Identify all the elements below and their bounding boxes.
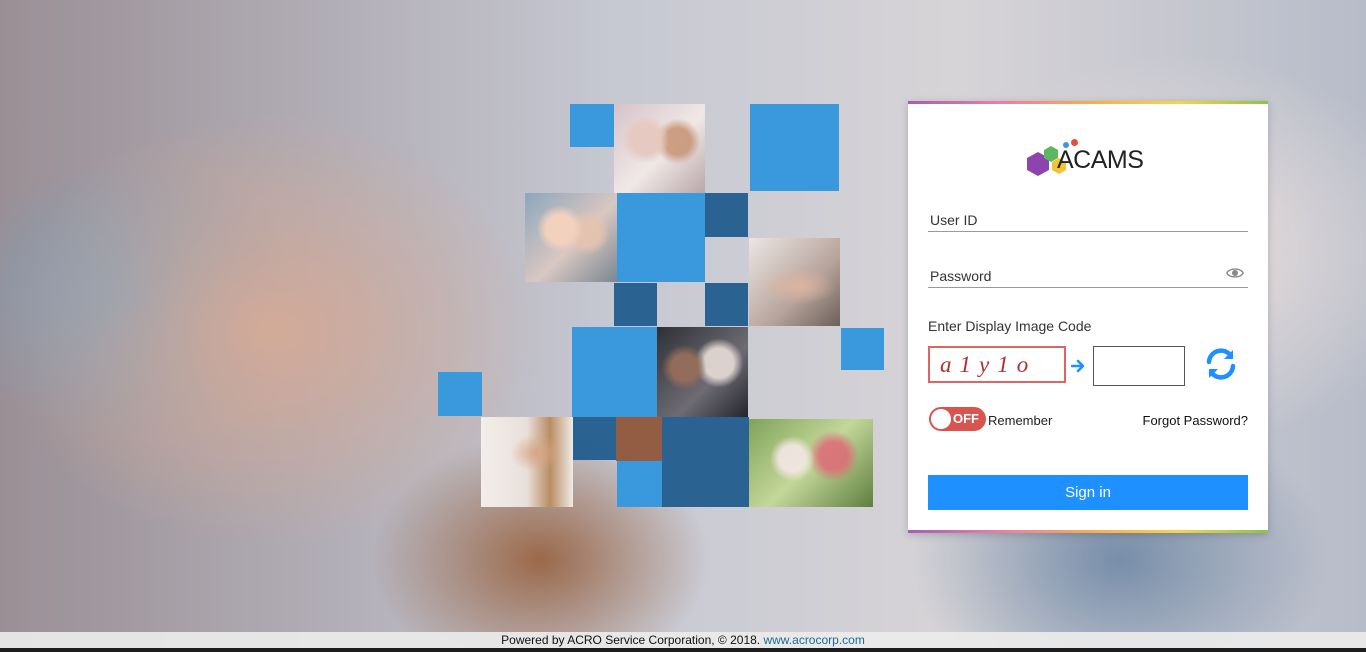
card-accent-bar [908,530,1268,533]
logo-dot-red [1071,139,1078,146]
card-accent-bar [908,101,1268,104]
arrow-right-icon [1071,359,1085,373]
password-field [928,265,1248,288]
remember-toggle[interactable]: OFF [929,407,986,431]
captcha-label: Enter Display Image Code [928,318,1092,334]
mosaic-photo-couple [525,193,617,282]
remember-label: Remember [988,413,1053,428]
footer-link[interactable]: www.acrocorp.com [763,633,864,647]
footer-strip [0,648,1366,652]
mosaic-tile [705,283,748,326]
user-id-input[interactable] [928,209,1222,231]
mosaic-photo-hands [749,238,840,326]
logo-text: ACAMS [1057,146,1144,174]
mosaic-photo-cycling-couple [749,419,873,507]
mosaic-tile [662,417,749,507]
mosaic-tile [570,104,614,147]
password-input[interactable] [928,265,1222,287]
user-id-field [928,209,1248,232]
mosaic-tile [617,461,662,507]
forgot-password-link[interactable]: Forgot Password? [1143,413,1249,428]
toggle-knob [931,409,951,429]
mosaic-tile [572,327,657,417]
mosaic-tile [616,417,662,461]
toggle-state-text: OFF [953,411,979,426]
acams-logo: ACAMS [1027,139,1157,179]
refresh-icon[interactable] [1203,346,1239,382]
mosaic-tile [617,193,705,282]
eye-icon[interactable] [1226,267,1244,279]
mosaic-tile [573,417,616,460]
captcha-input[interactable] [1093,346,1185,386]
mosaic-tile [841,328,884,370]
mosaic-tile [438,372,482,416]
captcha-image: a1y1o [928,346,1066,383]
mosaic-photo-cane [481,417,573,507]
login-card: ACAMS Enter Display Image Code a1y1o OFF… [908,101,1268,533]
footer-text: Powered by ACRO Service Corporation, © 2… [501,633,761,647]
mosaic-tile [614,283,657,326]
mosaic-tile [705,193,748,237]
mosaic-photo-senior-couple [614,104,705,193]
sign-in-button[interactable]: Sign in [928,475,1248,510]
mosaic-photo-two-women [657,327,748,417]
footer: Powered by ACRO Service Corporation, © 2… [0,632,1366,648]
mosaic-tile [750,104,839,191]
